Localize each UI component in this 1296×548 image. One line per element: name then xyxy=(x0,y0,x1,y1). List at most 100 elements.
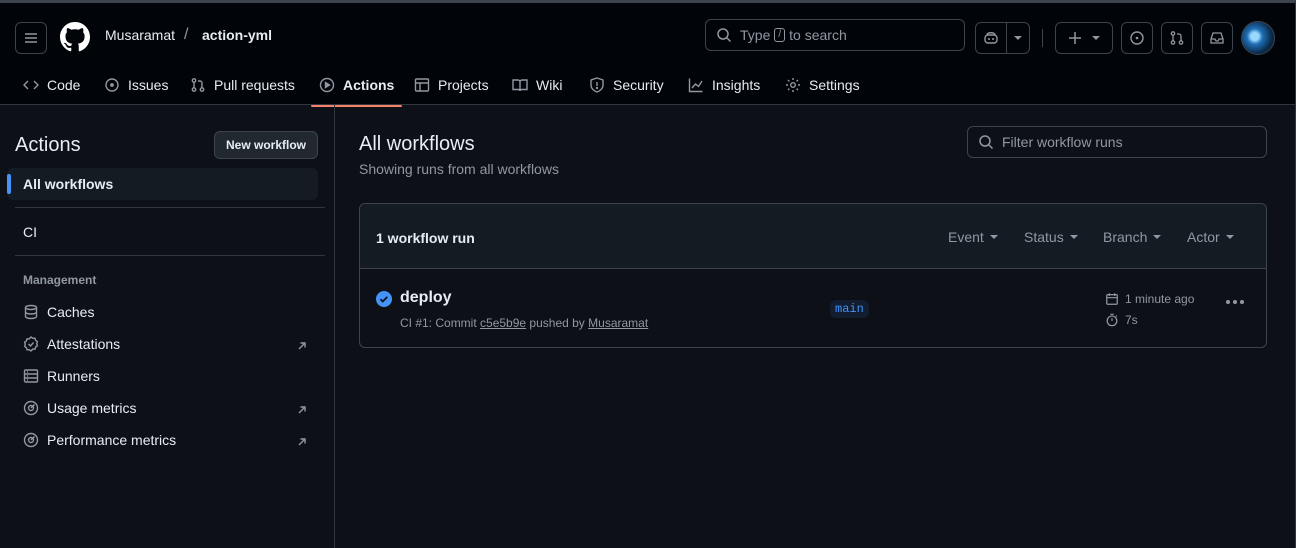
verified-icon xyxy=(23,336,39,352)
event-filter-dropdown[interactable]: Event xyxy=(948,229,998,245)
sidebar-item-label: Performance metrics xyxy=(47,432,177,448)
pull-requests-button[interactable] xyxy=(1161,22,1193,54)
status-filter-dropdown[interactable]: Status xyxy=(1024,229,1078,245)
run-time: 1 minute ago xyxy=(1125,292,1195,306)
run-meta: CI #1: Commit c5e5b9e pushed by Musarama… xyxy=(400,316,648,330)
tab-actions[interactable]: Actions xyxy=(310,65,403,107)
sidebar-item-caches[interactable]: Caches xyxy=(23,302,94,322)
menu-button[interactable] xyxy=(15,22,47,54)
sidebar-item-label: Runners xyxy=(47,368,100,384)
tab-label: Projects xyxy=(438,77,489,93)
management-heading: Management xyxy=(23,273,97,287)
search-prefix: Type xyxy=(740,27,771,43)
run-meta-mid: pushed by xyxy=(529,316,585,330)
external-link-icon xyxy=(297,338,307,354)
gear-icon xyxy=(786,78,800,92)
chevron-down-icon xyxy=(1014,36,1022,40)
kebab-menu-icon[interactable] xyxy=(1226,300,1244,304)
global-header: Musaramat / action-yml Type / to search … xyxy=(0,3,1295,107)
filter-placeholder: Filter workflow runs xyxy=(1002,134,1123,150)
issue-icon xyxy=(1130,31,1144,45)
branch-label[interactable]: main xyxy=(830,300,869,318)
tab-label: Issues xyxy=(128,77,169,93)
meter-icon xyxy=(23,432,39,448)
repo-tabs: Code Issues Pull requests Actions Projec… xyxy=(0,65,1295,107)
search-icon xyxy=(717,28,732,43)
tab-issues[interactable]: Issues xyxy=(104,65,168,105)
book-icon xyxy=(512,79,528,92)
commit-link[interactable]: c5e5b9e xyxy=(480,316,526,330)
sidebar-item-usage-metrics[interactable]: Usage metrics xyxy=(23,398,136,418)
tab-label: Actions xyxy=(343,77,395,93)
filter-label: Event xyxy=(948,229,984,245)
stopwatch-icon xyxy=(1106,313,1118,327)
check-circle-icon xyxy=(376,291,392,307)
copilot-menu-button[interactable] xyxy=(1006,22,1030,54)
external-link-icon xyxy=(297,434,307,450)
branch-filter-dropdown[interactable]: Branch xyxy=(1103,229,1162,245)
sidebar-item-label: All workflows xyxy=(23,176,114,192)
pull-request-icon xyxy=(191,78,205,92)
avatar[interactable] xyxy=(1241,21,1275,55)
sidebar-title: Actions xyxy=(15,134,81,156)
sidebar-item-all-workflows[interactable]: All workflows xyxy=(7,168,318,200)
server-icon xyxy=(23,369,39,383)
run-title-link[interactable]: deploy xyxy=(400,289,452,307)
actor-filter-dropdown[interactable]: Actor xyxy=(1187,229,1234,245)
page-title: All workflows xyxy=(359,133,475,155)
tab-label: Settings xyxy=(809,77,860,93)
filter-workflow-runs-input[interactable]: Filter workflow runs xyxy=(967,126,1267,158)
chevron-down-icon xyxy=(1225,235,1234,239)
issues-button[interactable] xyxy=(1121,22,1153,54)
run-duration: 7s xyxy=(1105,313,1138,327)
run-duration-value: 7s xyxy=(1125,313,1138,327)
filter-label: Branch xyxy=(1103,229,1148,245)
repo-name-link[interactable]: action-yml xyxy=(202,27,272,43)
chevron-down-icon xyxy=(989,235,998,239)
external-link-icon xyxy=(297,402,307,418)
chevron-down-icon xyxy=(1153,235,1162,239)
tab-wiki[interactable]: Wiki xyxy=(512,65,562,105)
tab-settings[interactable]: Settings xyxy=(785,65,860,105)
tab-pull-requests[interactable]: Pull requests xyxy=(190,65,295,105)
tab-insights[interactable]: Insights xyxy=(688,65,760,105)
tab-label: Pull requests xyxy=(214,77,295,93)
repo-owner-link[interactable]: Musaramat xyxy=(105,27,175,43)
database-icon xyxy=(24,304,38,320)
sidebar-item-attestations[interactable]: Attestations xyxy=(23,334,120,354)
tab-security[interactable]: Security xyxy=(589,65,664,105)
tab-label: Security xyxy=(613,77,664,93)
tab-code[interactable]: Code xyxy=(23,65,80,105)
sidebar-divider xyxy=(334,105,335,548)
inbox-button[interactable] xyxy=(1201,22,1233,54)
workflow-runs-list: 1 workflow run Event Status Branch Actor… xyxy=(359,203,1267,348)
filter-label: Actor xyxy=(1187,229,1220,245)
divider xyxy=(15,255,325,256)
chevron-down-icon xyxy=(1069,235,1078,239)
tab-label: Wiki xyxy=(536,77,563,93)
table-icon xyxy=(414,78,430,92)
sidebar-item-label: Usage metrics xyxy=(47,400,137,416)
play-icon xyxy=(319,77,335,93)
filter-label: Status xyxy=(1024,229,1064,245)
sidebar-item-runners[interactable]: Runners xyxy=(23,366,100,386)
code-icon xyxy=(23,80,39,90)
sidebar-item-performance-metrics[interactable]: Performance metrics xyxy=(23,430,176,450)
new-workflow-button[interactable]: New workflow xyxy=(214,131,318,159)
sidebar-item-label: Attestations xyxy=(47,336,121,352)
create-new-button[interactable] xyxy=(1055,22,1113,54)
hamburger-icon xyxy=(25,33,37,43)
actor-link[interactable]: Musaramat xyxy=(588,316,648,330)
github-logo[interactable] xyxy=(60,22,90,52)
sidebar-item-ci[interactable]: CI xyxy=(23,224,37,240)
tab-projects[interactable]: Projects xyxy=(414,65,489,105)
global-search-input[interactable]: Type / to search xyxy=(705,19,965,51)
run-timestamp: 1 minute ago xyxy=(1105,292,1194,306)
chevron-down-icon xyxy=(1092,36,1100,40)
meter-icon xyxy=(23,400,39,416)
calendar-icon xyxy=(1106,293,1118,305)
header-divider xyxy=(1042,29,1043,47)
run-count: 1 workflow run xyxy=(376,230,475,246)
divider xyxy=(15,207,325,208)
copilot-button[interactable] xyxy=(975,22,1007,54)
